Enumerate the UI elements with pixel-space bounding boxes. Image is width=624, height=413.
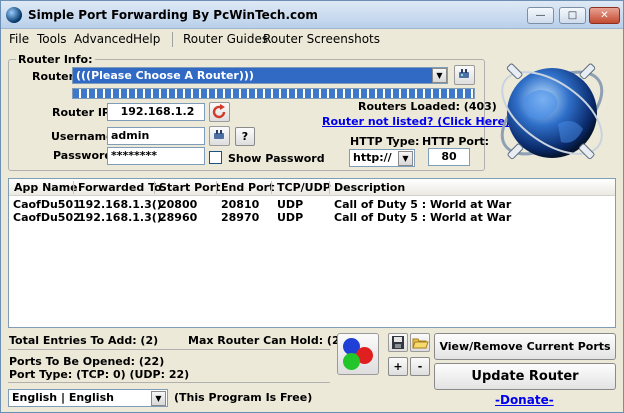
table-row[interactable]: CaofDu501 192.168.1.3() 20800 20810 UDP … <box>9 197 615 211</box>
router-not-listed-link[interactable]: Router not listed? (Click Here) <box>322 115 510 128</box>
router-ip-label: Router IP: <box>52 106 115 119</box>
folder-open-icon[interactable] <box>410 333 430 352</box>
port-type-text: Port Type: (TCP: 0) (UDP: 22) <box>9 368 190 381</box>
column-forwarded-to[interactable]: Forwarded To <box>78 181 162 194</box>
column-tcp-udp[interactable]: TCP/UDP <box>277 181 331 194</box>
username-field[interactable]: admin <box>107 127 205 145</box>
globe-logo-icon <box>500 63 604 160</box>
remove-entry-button[interactable]: - <box>410 357 430 376</box>
cell-description: Call of Duty 5 : World at War <box>334 211 512 224</box>
menu-separator <box>172 32 173 47</box>
table-row[interactable]: CaofDu502 192.168.1.3() 28960 28970 UDP … <box>9 210 615 224</box>
cell-app-name: CaofDu502 <box>13 211 81 224</box>
ports-opened-text: Ports To Be Opened: (22) <box>9 355 165 368</box>
column-description[interactable]: Description <box>334 181 405 194</box>
help-button[interactable]: ? <box>235 127 255 146</box>
menu-help[interactable]: Help <box>133 32 160 46</box>
view-remove-ports-button[interactable]: View/Remove Current Ports <box>434 333 616 360</box>
column-divider <box>216 181 217 194</box>
show-password-checkbox[interactable] <box>209 151 222 164</box>
close-button[interactable]: ✕ <box>589 7 620 24</box>
update-router-button[interactable]: Update Router <box>434 363 616 390</box>
menu-file[interactable]: File <box>9 32 29 46</box>
title-bar: Simple Port Forwarding By PcWinTech.com … <box>1 1 623 29</box>
refresh-icon[interactable] <box>209 102 230 122</box>
router-select-value: (((Please Choose A Router))) <box>76 69 254 82</box>
show-password-label: Show Password <box>228 152 325 165</box>
total-entries-text: Total Entries To Add: (2) <box>9 334 159 347</box>
cell-protocol: UDP <box>277 211 304 224</box>
router-select[interactable]: (((Please Choose A Router))) <box>72 67 448 84</box>
cell-start-port: 28960 <box>159 211 198 224</box>
language-select[interactable]: English | English <box>8 389 168 407</box>
menu-tools[interactable]: Tools <box>37 32 67 46</box>
add-entry-button[interactable]: + <box>388 357 408 376</box>
router-info-legend: Router Info: <box>16 53 95 66</box>
donate-link[interactable]: -Donate- <box>495 393 554 407</box>
column-divider <box>329 181 330 194</box>
routers-loaded-count: Routers Loaded: (403) <box>358 100 497 113</box>
router-tool-icon[interactable] <box>454 65 475 85</box>
column-end-port[interactable]: End Port <box>221 181 274 194</box>
language-value: English | English <box>12 391 114 404</box>
column-divider <box>73 181 74 194</box>
port-entries-table: App Name Forwarded To Start Port End Por… <box>8 178 616 328</box>
menu-advanced[interactable]: Advanced <box>74 32 133 46</box>
http-type-dropdown-button[interactable]: ▼ <box>398 151 413 166</box>
floppy-disk-icon[interactable] <box>388 333 408 352</box>
minimize-button[interactable]: — <box>527 7 554 24</box>
routers-loading-progress <box>72 88 475 99</box>
menu-router-screenshots[interactable]: Router Screenshots <box>263 32 380 46</box>
window-title: Simple Port Forwarding By PcWinTech.com <box>28 8 318 22</box>
column-start-port[interactable]: Start Port <box>159 181 220 194</box>
column-app-name[interactable]: App Name <box>14 181 78 194</box>
color-theme-button[interactable] <box>337 333 379 375</box>
free-program-note: (This Program Is Free) <box>174 391 313 404</box>
menu-router-guides[interactable]: Router Guides <box>183 32 268 46</box>
globe-icon <box>6 7 22 23</box>
http-port-field[interactable]: 80 <box>428 148 470 166</box>
max-router-text: Max Router Can Hold: (20) <box>188 334 353 347</box>
router-ip-field[interactable]: 192.168.1.2 <box>107 103 205 121</box>
column-divider <box>154 181 155 194</box>
cell-end-port: 28970 <box>221 211 260 224</box>
maximize-button[interactable]: □ <box>559 7 586 24</box>
green-dot-icon <box>343 353 360 370</box>
footer-divider <box>8 382 330 383</box>
menu-bar: File Tools Advanced Help Router Guides R… <box>1 29 623 49</box>
app-window: Simple Port Forwarding By PcWinTech.com … <box>0 0 624 413</box>
router-dropdown-button[interactable]: ▼ <box>432 68 447 83</box>
router-login-tool-icon[interactable] <box>209 126 230 146</box>
table-header: App Name Forwarded To Start Port End Por… <box>9 179 615 196</box>
http-port-label: HTTP Port: <box>422 135 490 148</box>
footer-divider <box>8 349 330 350</box>
column-divider <box>271 181 272 194</box>
cell-forwarded-to: 192.168.1.3() <box>78 211 162 224</box>
password-field[interactable]: ******** <box>107 147 205 165</box>
http-type-label: HTTP Type: <box>350 135 420 148</box>
http-type-value: http:// <box>353 151 392 164</box>
language-dropdown-button[interactable]: ▼ <box>151 391 166 406</box>
